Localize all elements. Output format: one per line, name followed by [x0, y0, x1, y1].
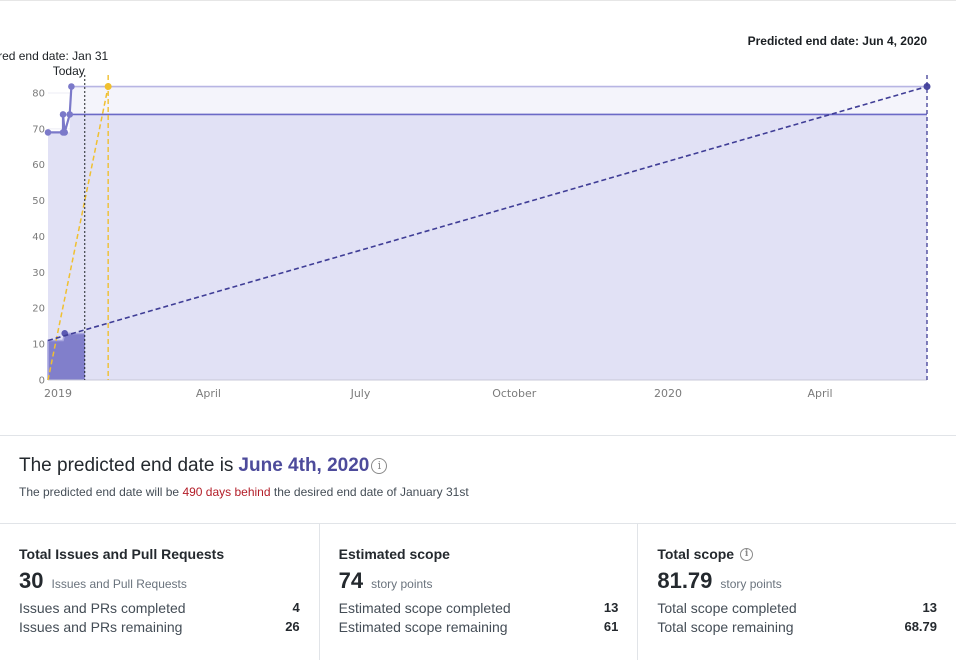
stats-cards: Total Issues and Pull Requests 30 Issues… — [0, 524, 956, 660]
total-scope-area — [71, 86, 927, 115]
row-label: Total scope completed — [657, 600, 797, 616]
x-tick-label: 2019 — [44, 387, 72, 400]
card-row: Estimated scope remaining 61 — [339, 619, 619, 635]
card-estimated-scope: Estimated scope 74 story points Estimate… — [318, 524, 638, 660]
y-tick-label: 50 — [32, 196, 45, 207]
desired-end-label: Desired end date: Jan 31 — [0, 49, 108, 63]
total-scope-point — [68, 83, 75, 90]
today-label: Today — [53, 64, 85, 78]
card-big-value: 30 Issues and Pull Requests — [19, 568, 300, 594]
card-title: Total scope — [657, 546, 735, 562]
row-value: 13 — [922, 600, 938, 615]
x-tick-label: April — [807, 387, 832, 400]
card-unit: story points — [720, 577, 782, 591]
total-scope-point — [44, 129, 52, 136]
estimated-scope-area — [48, 114, 927, 380]
card-total-issues: Total Issues and Pull Requests 30 Issues… — [0, 524, 319, 660]
card-title-wrap: Total scope i — [657, 546, 937, 562]
card-title: Total Issues and Pull Requests — [19, 546, 225, 562]
prediction-headline: The predicted end date is June 4th, 2020… — [19, 455, 939, 477]
row-value: 26 — [285, 619, 300, 634]
chart-divider — [0, 435, 956, 436]
card-row: Issues and PRs completed 4 — [19, 600, 300, 616]
days-behind: 490 days behind — [182, 485, 271, 499]
y-tick-label: 60 — [32, 160, 45, 171]
card-big-value: 81.79 story points — [657, 568, 937, 594]
card-big-value: 74 story points — [339, 568, 619, 594]
total-scope-point — [66, 111, 74, 118]
row-value: 4 — [292, 600, 300, 615]
row-label: Issues and PRs remaining — [19, 619, 183, 635]
row-label: Issues and PRs completed — [19, 600, 186, 616]
row-label: Total scope remaining — [657, 619, 794, 635]
info-icon[interactable]: i — [740, 547, 754, 561]
y-tick-label: 30 — [32, 268, 45, 279]
card-total-scope: Total scope i 81.79 story points Total s… — [637, 524, 956, 660]
x-tick-label: April — [196, 387, 221, 400]
row-value: 68.79 — [904, 619, 938, 634]
y-tick-label: 0 — [39, 376, 45, 387]
row-label: Estimated scope completed — [338, 600, 511, 616]
total-scope-point — [59, 111, 67, 118]
card-value: 74 — [338, 568, 364, 593]
x-tick-label: 2020 — [654, 387, 682, 400]
y-tick-label: 10 — [32, 340, 45, 351]
headline-prefix: The predicted end date is — [19, 455, 234, 476]
card-row: Total scope remaining 68.79 — [657, 619, 937, 635]
row-value: 13 — [603, 600, 619, 615]
predicted-end-label: Predicted end date: Jun 4, 2020 — [748, 34, 928, 48]
prediction-detail: The predicted end date will be 490 days … — [19, 485, 939, 499]
y-tick-label: 70 — [32, 124, 45, 135]
detail-suffix: the desired end date of January 31st — [273, 485, 469, 499]
card-value: 81.79 — [657, 568, 713, 593]
row-label: Estimated scope remaining — [338, 619, 508, 635]
x-tick-label: July — [350, 387, 371, 400]
card-row: Estimated scope completed 13 — [339, 600, 619, 616]
card-unit: Issues and Pull Requests — [51, 577, 187, 591]
card-title: Estimated scope — [338, 546, 450, 562]
x-tick-label: October — [492, 387, 536, 400]
row-value: 61 — [603, 619, 619, 634]
card-row: Total scope completed 13 — [657, 600, 937, 616]
total-scope-point — [61, 129, 69, 136]
info-icon[interactable]: i — [371, 458, 388, 474]
detail-prefix: The predicted end date will be — [19, 485, 180, 499]
y-tick-label: 40 — [32, 232, 45, 243]
card-row: Issues and PRs remaining 26 — [19, 619, 300, 635]
card-value: 30 — [19, 568, 44, 593]
y-tick-label: 80 — [32, 88, 45, 99]
y-tick-label: 20 — [32, 304, 45, 315]
burnup-chart: Desired end date: Jan 31Today Predicted e… — [0, 34, 931, 400]
card-unit: story points — [371, 577, 433, 591]
prediction-summary: The predicted end date is June 4th, 2020… — [19, 455, 939, 499]
predicted-end-date: June 4th, 2020 — [238, 455, 370, 476]
